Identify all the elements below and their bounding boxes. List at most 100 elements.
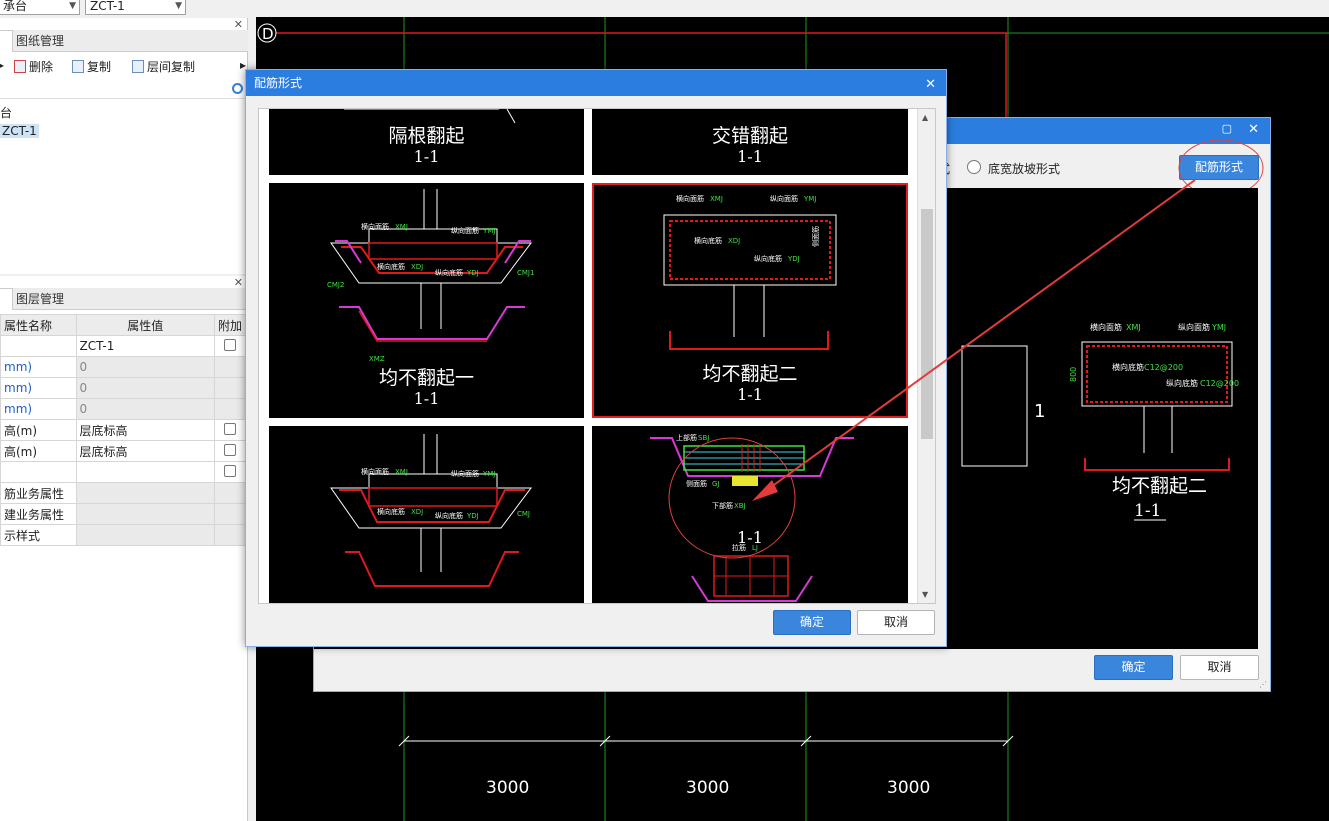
copy-button[interactable]: 复制 xyxy=(72,58,111,75)
style-section: 1-1 xyxy=(413,147,440,166)
delete-button[interactable]: 删除 xyxy=(14,58,53,75)
component-name-value: ZCT-1 xyxy=(90,0,125,13)
svg-text:C12@200: C12@200 xyxy=(1200,379,1239,388)
property-value[interactable]: 层底标高 xyxy=(75,440,215,462)
extra-checkbox[interactable] xyxy=(223,338,236,351)
property-value[interactable]: 层底标高 xyxy=(75,419,215,441)
svg-text:纵向面筋: 纵向面筋 xyxy=(1178,322,1210,332)
table-row[interactable]: mm) 0 xyxy=(0,377,247,399)
svg-text:GJ: GJ xyxy=(712,480,720,488)
copy-label: 复制 xyxy=(87,60,112,74)
component-type-combo[interactable]: 承台 ▼ xyxy=(0,0,80,15)
property-extra xyxy=(213,356,247,378)
close-icon[interactable]: ✕ xyxy=(925,72,936,98)
style-option-staggered[interactable]: 交错翻起 1-1 xyxy=(592,109,908,175)
style-diagram: 上部筋 SBJ 下部筋 XBJ 拉筋 LJ 侧面筋 GJ xyxy=(650,433,854,602)
style-section: 1-1 xyxy=(737,528,763,547)
delete-icon xyxy=(14,60,26,73)
property-table: 属性名称 属性值 附加 ZCT-1 mm) 0 mm) 0 mm) 0 高(m) 层底标高 高(m… xyxy=(0,314,247,546)
scrollbar-thumb[interactable] xyxy=(921,209,933,439)
style-option-slope[interactable]: 横向面筋 XMJ 纵向面筋 YMJ 横向底筋 XDJ 纵向底筋 YDJ CMJ xyxy=(269,426,584,603)
maximize-icon[interactable]: ▢ xyxy=(1222,122,1232,135)
svg-text:XMZ: XMZ xyxy=(369,355,385,363)
property-value[interactable]: 0 xyxy=(75,356,215,378)
style-option-no-bend-2[interactable]: 横向面筋 XMJ 纵向面筋 YMJ 横向底筋 XDJ 纵向底筋 YDJ 侧面筋 … xyxy=(592,183,908,418)
property-value[interactable]: 0 xyxy=(75,377,215,399)
style-section: 1-1 xyxy=(737,385,763,404)
radio-bottom-slope-label: 底宽放坡形式 xyxy=(988,162,1061,176)
property-panel: ✕ 图层管理 属性名称 属性值 附加 ZCT-1 mm) 0 mm) 0 mm) 0 高(m)… xyxy=(0,276,248,821)
table-row[interactable]: 高(m) 层底标高 xyxy=(0,440,247,462)
property-tabs: 图层管理 xyxy=(0,288,248,310)
extra-checkbox[interactable] xyxy=(223,443,236,456)
table-header: 属性名称 属性值 附加 xyxy=(0,314,247,336)
resize-grip-icon[interactable]: ⋰ xyxy=(1259,680,1267,689)
svg-text:侧面筋: 侧面筋 xyxy=(686,479,707,488)
style-option-no-bend-1[interactable]: 横向面筋 XMJ 纵向面筋 YMJ 横向底筋 XDJ 纵向底筋 YDJ CMJ2… xyxy=(269,183,584,418)
table-row[interactable]: mm) 0 xyxy=(0,398,247,420)
scroll-up-icon[interactable]: ▲ xyxy=(922,113,928,122)
header-name: 属性名称 xyxy=(0,314,77,336)
style-option-top-bottom-bar[interactable]: 上部筋 SBJ 下部筋 XBJ 拉筋 LJ 侧面筋 GJ 1-1 xyxy=(592,426,908,603)
table-row[interactable] xyxy=(0,461,247,483)
property-value[interactable] xyxy=(75,524,215,546)
property-name: 筋业务属性 xyxy=(0,482,77,504)
table-row[interactable]: 筋业务属性 xyxy=(0,482,247,504)
table-row[interactable]: mm) 0 xyxy=(0,356,247,378)
property-value[interactable]: 0 xyxy=(75,398,215,420)
extra-checkbox[interactable] xyxy=(223,422,236,435)
property-name: 建业务属性 xyxy=(0,503,77,525)
tab-layer-management[interactable]: 图层管理 xyxy=(10,288,70,310)
property-extra xyxy=(213,335,247,357)
table-row[interactable]: ZCT-1 xyxy=(0,335,247,357)
property-value[interactable] xyxy=(75,461,215,483)
component-name-combo[interactable]: ZCT-1 ▼ xyxy=(85,0,186,15)
dimension-text: 3000 xyxy=(887,778,930,798)
svg-text:XMJ: XMJ xyxy=(1126,323,1141,332)
svg-text:纵向底筋: 纵向底筋 xyxy=(435,511,463,520)
svg-text:横向底筋: 横向底筋 xyxy=(694,236,722,245)
close-icon[interactable]: ✕ xyxy=(1248,122,1259,137)
property-name: 示样式 xyxy=(0,524,77,546)
axis-label-d: D xyxy=(262,25,274,43)
preview-number: 1 xyxy=(1034,401,1045,422)
property-value[interactable] xyxy=(75,482,215,504)
svg-text:侧面筋: 侧面筋 xyxy=(811,226,820,247)
cancel-button[interactable]: 取消 xyxy=(1180,655,1259,680)
property-value[interactable] xyxy=(75,503,215,525)
toolbar-more-icon[interactable]: ▸ xyxy=(0,58,4,72)
dialog-titlebar: 配筋形式 ✕ xyxy=(246,70,946,96)
tree-item-category[interactable]: 台 xyxy=(0,104,12,121)
style-option-alternate-bar[interactable]: 隔根翻起 1-1 xyxy=(269,109,584,175)
property-name: mm) xyxy=(0,398,77,420)
tree-item-zct1[interactable]: ZCT-1 xyxy=(0,124,39,138)
dialog-title: 配筋形式 xyxy=(254,76,303,90)
gallery-scrollbar[interactable]: ▲ ▼ xyxy=(917,109,935,603)
preview-subtitle: 1-1 xyxy=(1134,501,1161,521)
scroll-down-icon[interactable]: ▼ xyxy=(922,590,928,599)
property-value[interactable]: ZCT-1 xyxy=(75,335,215,357)
table-row[interactable]: 示样式 xyxy=(0,524,247,546)
search-icon[interactable] xyxy=(232,83,243,94)
svg-text:XDJ: XDJ xyxy=(728,237,740,245)
top-toolbar: 承台 ▼ ZCT-1 ▼ xyxy=(0,0,1329,18)
cancel-button[interactable]: 取消 xyxy=(857,610,935,635)
ok-button[interactable]: 确定 xyxy=(1094,655,1173,680)
search-input[interactable] xyxy=(0,82,246,99)
table-row[interactable]: 建业务属性 xyxy=(0,503,247,525)
radio-bottom-slope[interactable] xyxy=(967,160,981,174)
style-section: 1-1 xyxy=(737,147,763,166)
table-row[interactable]: 高(m) 层底标高 xyxy=(0,419,247,441)
floor-copy-button[interactable]: 层间复制 xyxy=(132,58,195,75)
chevron-down-icon: ▼ xyxy=(69,1,76,11)
dimension-text: 3000 xyxy=(686,778,729,798)
property-name: 高(m) xyxy=(0,440,77,462)
style-caption: 均不翻起一 xyxy=(378,367,474,389)
property-name: mm) xyxy=(0,356,77,378)
component-list-panel: ✕ 图纸管理 ▸ 删除 复制 层间复制 ▸ 台 ZCT-1 xyxy=(0,18,248,274)
tab-drawing-management[interactable]: 图纸管理 xyxy=(10,30,70,52)
svg-text:纵向底筋: 纵向底筋 xyxy=(1166,378,1198,388)
ok-button[interactable]: 确定 xyxy=(773,610,851,635)
svg-text:纵向面筋: 纵向面筋 xyxy=(451,226,479,235)
extra-checkbox[interactable] xyxy=(223,464,236,477)
